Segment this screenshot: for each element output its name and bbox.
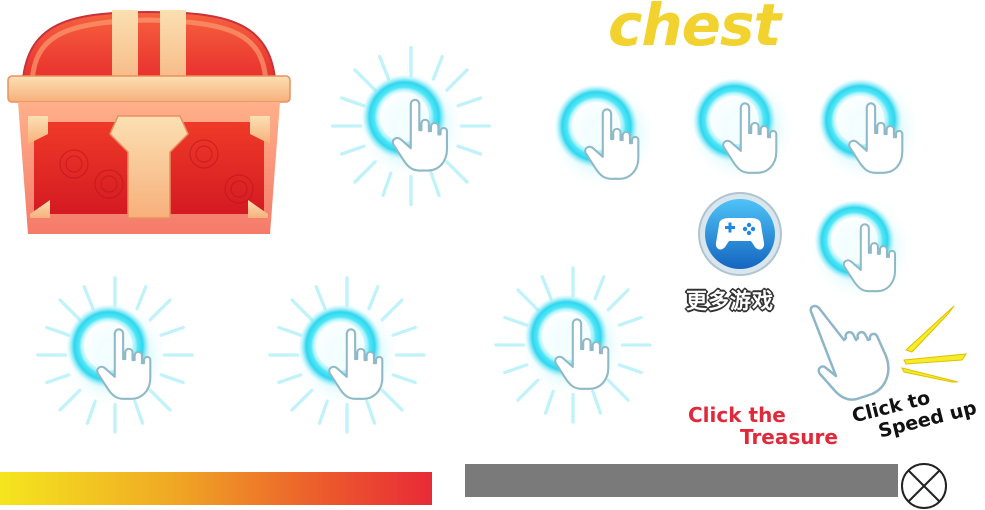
tap-hand-icon[interactable] (292, 300, 402, 410)
more-games-label[interactable]: 更多游戏 (686, 285, 774, 315)
gamepad-icon[interactable] (697, 191, 783, 277)
pointing-hand-icon (798, 300, 898, 405)
tap-hand-icon[interactable] (812, 74, 922, 184)
click-treasure-line1: Click the (688, 403, 786, 427)
click-treasure-line2: Treasure (740, 425, 838, 449)
tap-hand-icon[interactable] (686, 74, 796, 184)
spark-lines-icon (898, 302, 970, 384)
tap-hand-icon[interactable] (355, 70, 467, 182)
page-title: chest (608, 0, 781, 59)
tap-hand-icon[interactable] (808, 196, 914, 302)
treasure-chest-icon[interactable] (4, 4, 294, 236)
click-treasure-label: Click the Treasure (688, 404, 838, 448)
tap-hand-icon[interactable] (60, 300, 170, 410)
tap-hand-icon[interactable] (548, 80, 658, 190)
progress-bar-track (465, 464, 898, 497)
tap-hand-icon[interactable] (518, 290, 628, 400)
progress-bar-fill (0, 472, 432, 505)
close-icon[interactable] (900, 462, 948, 510)
